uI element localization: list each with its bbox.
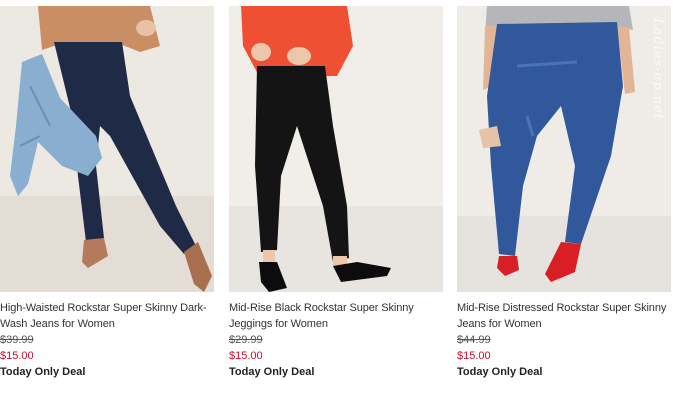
product-title[interactable]: Mid-Rise Black Rockstar Super Skinny Jeg… <box>229 300 443 332</box>
original-price: $44.99 <box>457 334 491 346</box>
deal-badge: Today Only Deal <box>0 366 86 378</box>
product-image[interactable]: Ladies-ep.net <box>457 6 671 292</box>
watermark-text: Ladies-ep.net <box>650 18 665 121</box>
product-card[interactable]: Mid-Rise Black Rockstar Super Skinny Jeg… <box>229 6 445 380</box>
model-distressed-jeans-image <box>457 6 671 292</box>
sale-price: $15.00 <box>0 350 34 362</box>
product-card[interactable]: Ladies-ep.net Mid-Rise Distressed Rockst… <box>457 6 673 380</box>
product-title[interactable]: Mid-Rise Distressed Rockstar Super Skinn… <box>457 300 671 332</box>
product-card[interactable]: High-Waisted Rockstar Super Skinny Dark-… <box>0 6 216 380</box>
sale-price: $15.00 <box>229 350 263 362</box>
original-price: $29.99 <box>229 334 263 346</box>
deal-badge: Today Only Deal <box>457 366 543 378</box>
product-image[interactable] <box>229 6 443 292</box>
sale-price: $15.00 <box>457 350 491 362</box>
model-black-jeggings-image <box>229 6 443 292</box>
original-price: $39.99 <box>0 334 34 346</box>
product-title[interactable]: High-Waisted Rockstar Super Skinny Dark-… <box>0 300 214 332</box>
deal-badge: Today Only Deal <box>229 366 315 378</box>
model-dark-wash-jeans-image <box>0 6 214 292</box>
product-image[interactable] <box>0 6 214 292</box>
product-grid: High-Waisted Rockstar Super Skinny Dark-… <box>0 0 673 400</box>
